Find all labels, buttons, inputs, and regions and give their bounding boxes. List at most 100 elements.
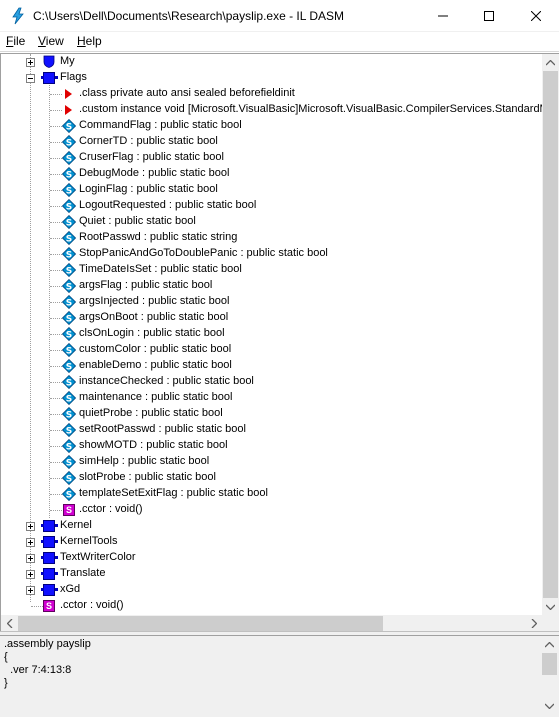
menu-view[interactable]: View [38,34,64,48]
expand-icon[interactable] [26,586,35,595]
tree-node-namespace[interactable]: xGd [1,582,542,598]
tree-node-namespace[interactable]: Kernel [1,518,542,534]
scroll-down-arrow[interactable] [542,598,559,615]
field-row[interactable]: SsimHelp : public static bool [1,454,542,470]
menu-help[interactable]: Help [77,34,102,48]
tree-branch [50,142,62,143]
tree-branch [50,510,62,511]
static-field-icon: S [62,119,76,133]
expand-icon[interactable] [26,554,35,563]
tree-branch [50,446,62,447]
tree-branch [50,366,62,367]
scroll-down-arrow[interactable] [541,697,558,714]
svg-text:S: S [66,123,72,133]
maximize-button[interactable] [466,0,512,32]
static-field-icon: S [62,231,76,245]
scroll-thumb[interactable] [543,71,558,598]
expand-icon[interactable] [26,522,35,531]
tree-node-namespace[interactable]: Translate [1,566,542,582]
scroll-thumb[interactable] [542,653,557,675]
field-row[interactable]: S StopPanicAndGoToDoublePanic : public st… [1,246,542,262]
minimize-button[interactable] [420,0,466,32]
static-field-icon: S [62,423,76,437]
expand-icon[interactable] [26,570,35,579]
svg-text:S: S [66,475,72,485]
tree-node-label: TextWriterColor [60,551,136,563]
tree-branch [50,350,62,351]
tree-branch [50,462,62,463]
collapse-icon[interactable] [26,74,35,83]
field-row[interactable]: S LoginFlag : public static bool [1,182,542,198]
svg-text:S: S [66,203,72,213]
menu-view-rest: iew [45,34,64,48]
class-directive-row[interactable]: .class private auto ansi sealed beforefi… [1,86,542,102]
flags-cctor-row[interactable]: S .cctor : void() [1,502,542,518]
close-button[interactable] [513,0,559,32]
scroll-left-arrow[interactable] [1,615,18,631]
field-row[interactable]: S RootPasswd : public static string [1,230,542,246]
menu-file[interactable]: File [6,34,25,48]
expand-icon[interactable] [26,58,35,67]
field-row[interactable]: SslotProbe : public static bool [1,470,542,486]
tree-branch [50,206,62,207]
tree-branch [50,286,62,287]
tree-vertical-scrollbar[interactable] [542,54,559,615]
field-row[interactable]: S CruserFlag : public static bool [1,150,542,166]
field-row[interactable]: SargsOnBoot : public static bool [1,310,542,326]
field-row[interactable]: Smaintenance : public static bool [1,390,542,406]
tree-branch [50,158,62,159]
svg-text:S: S [66,363,72,373]
tree-branch [50,222,62,223]
field-row[interactable]: SenableDemo : public static bool [1,358,542,374]
tree-node-namespace[interactable]: TextWriterColor [1,550,542,566]
static-field-icon: S [62,247,76,261]
field-row[interactable]: SclsOnLogin : public static bool [1,326,542,342]
info-pane[interactable]: .assembly payslip { .ver 7:4:13:8 } [0,635,559,717]
shield-icon [43,55,55,68]
tree-node-flags[interactable]: Flags [1,70,542,86]
field-row[interactable]: StemplateSetExitFlag : public static boo… [1,486,542,502]
field-label: argsOnBoot : public static bool [79,311,229,323]
field-row[interactable]: SshowMOTD : public static bool [1,438,542,454]
custom-directive-row[interactable]: .custom instance void [Microsoft.VisualB… [1,102,542,118]
namespace-icon [41,72,58,84]
method-icon: S [63,504,75,516]
field-label: maintenance : public static bool [79,391,233,403]
info-vertical-scrollbar[interactable] [541,636,558,714]
field-label: argsFlag : public static bool [79,279,213,291]
field-row[interactable]: S LogoutRequested : public static bool [1,198,542,214]
field-label: RootPasswd : public static string [79,231,238,243]
scroll-thumb[interactable] [18,616,383,631]
field-row[interactable]: ScustomColor : public static bool [1,342,542,358]
field-row[interactable]: S TimeDateIsSet : public static bool [1,262,542,278]
field-row[interactable]: SsetRootPasswd : public static bool [1,422,542,438]
field-label: TimeDateIsSet : public static bool [79,263,242,275]
scroll-right-arrow[interactable] [525,615,542,631]
static-field-icon: S [62,391,76,405]
field-label: CornerTD : public static bool [79,135,218,147]
tree-horizontal-scrollbar[interactable] [1,615,542,631]
scroll-up-arrow[interactable] [541,636,558,653]
field-row[interactable]: S CornerTD : public static bool [1,134,542,150]
static-field-icon: S [62,455,76,469]
field-row[interactable]: S CommandFlag : public static bool [1,118,542,134]
scroll-up-arrow[interactable] [542,54,559,71]
field-row[interactable]: S DebugMode : public static bool [1,166,542,182]
tree-node-my[interactable]: My [1,54,542,70]
root-cctor-row[interactable]: S .cctor : void() [1,598,542,614]
namespace-icon [41,520,58,532]
tree-branch [31,606,43,607]
tree-branch [50,94,62,95]
tree-node-namespace[interactable]: KernelTools [1,534,542,550]
tree-view[interactable]: My Flags .class private auto ansi sealed… [0,53,559,631]
menu-help-rest: elp [85,34,102,48]
directive-icon [65,105,72,115]
field-row[interactable]: SargsFlag : public static bool [1,278,542,294]
namespace-icon [41,584,58,596]
field-row[interactable]: S Quiet : public static bool [1,214,542,230]
field-row[interactable]: SinstanceChecked : public static bool [1,374,542,390]
field-row[interactable]: SquietProbe : public static bool [1,406,542,422]
field-label: showMOTD : public static bool [79,439,228,451]
field-row[interactable]: SargsInjected : public static bool [1,294,542,310]
expand-icon[interactable] [26,538,35,547]
